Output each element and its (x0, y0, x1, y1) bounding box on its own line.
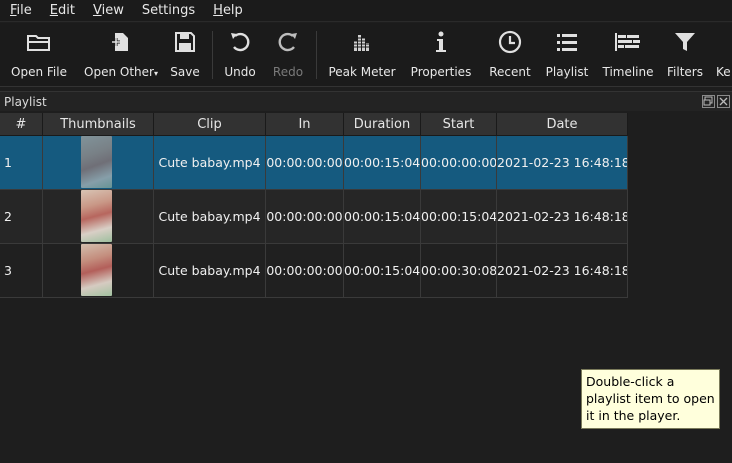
thumbnail-cell (43, 244, 154, 298)
menu-settings[interactable]: Settings (132, 0, 203, 22)
dropdown-arrow-icon: ▾ (153, 69, 158, 78)
menu-view-mnemonic: V (92, 2, 102, 18)
info-icon (408, 23, 474, 61)
clip-in: 00:00:00:00 (266, 136, 344, 190)
table-row[interactable]: 2 Cute babay.mp4 00:00:00:00 00:00:15:04… (0, 190, 628, 244)
folder-icon (6, 23, 72, 61)
peak-meter-button[interactable]: Peak Meter (326, 23, 398, 87)
filters-button[interactable]: Filters (662, 23, 708, 87)
timeline-label: Timeline (602, 65, 654, 79)
open-other-label: Open Other▾ (84, 65, 158, 81)
keyframes-button[interactable]: Ke (716, 23, 732, 87)
thumbnail-cell (43, 190, 154, 244)
properties-button[interactable]: Properties (408, 23, 474, 87)
header-number[interactable]: # (0, 113, 43, 136)
row-number: 1 (0, 136, 43, 190)
undo-icon (220, 23, 260, 61)
clip-name: Cute babay.mp4 (154, 190, 266, 244)
row-number: 3 (0, 244, 43, 298)
timeline-icon (600, 23, 656, 61)
thumbnail-cell (43, 136, 154, 190)
menu-bar: File Edit View Settings Help (0, 0, 732, 22)
header-clip[interactable]: Clip (154, 113, 266, 136)
close-icon[interactable] (717, 95, 730, 108)
clip-thumbnail (81, 244, 112, 296)
clip-in: 00:00:00:00 (266, 190, 344, 244)
header-date[interactable]: Date (497, 113, 628, 136)
clip-duration: 00:00:15:04 (344, 136, 421, 190)
undo-button[interactable]: Undo (220, 23, 260, 87)
clip-duration: 00:00:15:04 (344, 190, 421, 244)
header-in[interactable]: In (266, 113, 344, 136)
header-start[interactable]: Start (421, 113, 497, 136)
toolbar-separator (212, 31, 213, 79)
float-icon[interactable] (702, 95, 715, 108)
menu-view-rest: iew (101, 2, 124, 18)
playlist-button[interactable]: Playlist (542, 23, 592, 87)
peak-meter-icon (326, 23, 398, 61)
redo-button[interactable]: Redo (268, 23, 308, 87)
clip-in: 00:00:00:00 (266, 244, 344, 298)
table-header: # Thumbnails Clip In Duration Start Date (0, 113, 628, 136)
menu-help[interactable]: Help (203, 0, 251, 22)
clip-thumbnail (81, 136, 112, 188)
tooltip: Double-click a playlist item to open it … (581, 369, 720, 429)
properties-label: Properties (410, 65, 472, 79)
open-other-icon (80, 23, 162, 61)
menu-help-rest: elp (222, 2, 243, 18)
clip-start: 00:00:00:00 (421, 136, 497, 190)
redo-icon (268, 23, 308, 61)
clip-date: 2021-02-23 16:48:18 (497, 190, 628, 244)
header-thumbnails[interactable]: Thumbnails (43, 113, 154, 136)
table-row[interactable]: 1 Cute babay.mp4 00:00:00:00 00:00:15:04… (0, 136, 628, 190)
playlist-dock-title: Playlist (0, 91, 732, 111)
open-other-text: Open Other (84, 65, 154, 79)
clip-duration: 00:00:15:04 (344, 244, 421, 298)
recent-button[interactable]: Recent (484, 23, 536, 87)
open-file-label: Open File (11, 65, 67, 79)
clock-icon (484, 23, 536, 61)
recent-label: Recent (489, 65, 531, 79)
main-toolbar: Open File Open Other▾ Save Undo Redo Pea… (0, 23, 732, 87)
save-button[interactable]: Save (166, 23, 204, 87)
peak-meter-label: Peak Meter (328, 65, 396, 79)
playlist-table: # Thumbnails Clip In Duration Start Date… (0, 113, 628, 298)
filters-label: Filters (667, 65, 703, 79)
keyframes-label-partial: Ke (716, 65, 731, 79)
clip-date: 2021-02-23 16:48:18 (497, 244, 628, 298)
timeline-button[interactable]: Timeline (600, 23, 656, 87)
funnel-icon (662, 23, 708, 61)
clip-name: Cute babay.mp4 (154, 244, 266, 298)
toolbar-separator (316, 31, 317, 79)
menu-settings-label: Settings (141, 2, 196, 18)
clip-start: 00:00:15:04 (421, 190, 497, 244)
redo-label: Redo (272, 65, 304, 79)
table-row[interactable]: 3 Cute babay.mp4 00:00:00:00 00:00:15:04… (0, 244, 628, 298)
menu-edit-rest: dit (58, 2, 75, 18)
save-label: Save (170, 65, 200, 79)
menu-edit-mnemonic: E (49, 2, 58, 18)
menu-help-mnemonic: H (213, 2, 223, 18)
menu-edit[interactable]: Edit (40, 0, 83, 22)
header-duration[interactable]: Duration (344, 113, 421, 136)
row-number: 2 (0, 190, 43, 244)
list-icon (542, 23, 592, 61)
clip-date: 2021-02-23 16:48:18 (497, 136, 628, 190)
open-file-button[interactable]: Open File (6, 23, 72, 87)
menu-file-rest: ile (16, 2, 32, 18)
menu-file[interactable]: File (0, 0, 40, 22)
dock-title-text: Playlist (4, 94, 47, 109)
save-icon (166, 23, 204, 61)
clip-name: Cute babay.mp4 (154, 136, 266, 190)
clip-thumbnail (81, 190, 112, 242)
playlist-label: Playlist (545, 65, 589, 79)
menu-view[interactable]: View (83, 0, 132, 22)
open-other-button[interactable]: Open Other▾ (80, 23, 162, 87)
clip-start: 00:00:30:08 (421, 244, 497, 298)
undo-label: Undo (224, 65, 256, 79)
